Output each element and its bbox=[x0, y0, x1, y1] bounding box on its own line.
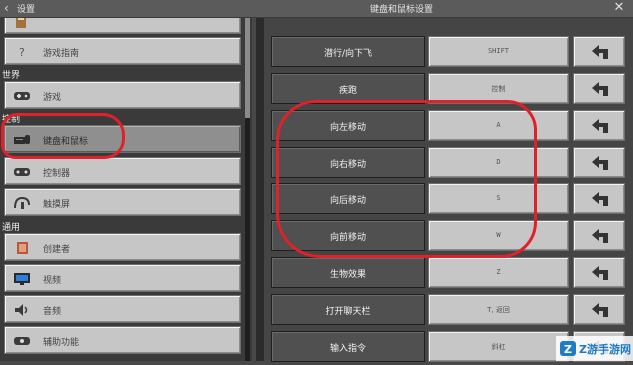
key-binding-button[interactable]: T, 返回 bbox=[428, 294, 569, 325]
touch-icon bbox=[14, 196, 30, 209]
watermark-text: Z游手游网 bbox=[579, 343, 631, 356]
sidebar-scrollbar-thumb[interactable] bbox=[245, 18, 250, 118]
sidebar-item-game[interactable]: 游戏 bbox=[4, 81, 241, 109]
section-header-general: 通用 bbox=[2, 223, 21, 233]
controller-icon bbox=[14, 168, 30, 176]
binding-row: 向前移动 W bbox=[264, 220, 633, 254]
book-icon bbox=[16, 18, 26, 28]
svg-text:Z: Z bbox=[564, 343, 572, 356]
bindings-scrollbar[interactable] bbox=[256, 18, 264, 361]
undo-arrow-icon bbox=[592, 119, 608, 133]
title-bar: ‹ 设置 键盘和鼠标设置 ✕ bbox=[0, 0, 633, 18]
key-binding-button[interactable]: S bbox=[428, 183, 569, 214]
key-binding-button[interactable]: D bbox=[428, 147, 569, 178]
undo-arrow-icon bbox=[592, 266, 608, 280]
reset-binding-button[interactable] bbox=[573, 294, 625, 325]
settings-sidebar: ? 游戏指南 世界 游戏 控制 键盘和鼠标 控制器 触摸屏 通用 创建者 视频 … bbox=[0, 18, 252, 361]
reset-binding-button[interactable] bbox=[573, 73, 625, 104]
sidebar-item-keyboard-mouse[interactable]: 键盘和鼠标 bbox=[4, 125, 241, 153]
back-button[interactable]: 设置 bbox=[17, 2, 35, 15]
gamepad-icon bbox=[14, 92, 30, 100]
key-binding-button[interactable]: A bbox=[428, 110, 569, 141]
action-label-box: 向前移动 bbox=[271, 220, 425, 251]
binding-row: 向左移动 A bbox=[264, 110, 633, 144]
binding-row: 向右移动 D bbox=[264, 147, 633, 181]
sidebar-item-controller[interactable]: 控制器 bbox=[4, 157, 241, 185]
watermark: Z Z游手游网 bbox=[556, 336, 633, 361]
action-label-box: 生物效果 bbox=[271, 257, 425, 288]
sidebar-item-video[interactable]: 视频 bbox=[4, 264, 241, 292]
undo-arrow-icon bbox=[592, 45, 608, 59]
action-label-box: 疾跑 bbox=[271, 73, 425, 104]
creator-icon bbox=[17, 242, 28, 254]
watermark-logo-icon: Z bbox=[560, 341, 576, 356]
section-header-world: 世界 bbox=[2, 71, 21, 81]
monitor-icon bbox=[14, 273, 30, 285]
bindings-panel: 潜行/向下飞 SHIFT 疾跑 控制 向左移动 A 向右移动 D 向后移动 S bbox=[256, 18, 633, 362]
key-binding-button[interactable]: W bbox=[428, 220, 569, 251]
reset-binding-button[interactable] bbox=[573, 257, 625, 288]
sidebar-item-touch[interactable]: 触摸屏 bbox=[4, 188, 241, 216]
key-binding-button[interactable]: SHIFT bbox=[428, 36, 569, 67]
question-icon: ? bbox=[19, 46, 25, 59]
keyboard-mouse-icon bbox=[14, 135, 30, 144]
reset-binding-button[interactable] bbox=[573, 36, 625, 67]
page-title: 键盘和鼠标设置 bbox=[370, 5, 434, 15]
undo-arrow-icon bbox=[592, 192, 608, 206]
undo-arrow-icon bbox=[592, 156, 608, 170]
svg-text:?: ? bbox=[19, 46, 25, 59]
binding-row: 潜行/向下飞 SHIFT bbox=[264, 36, 633, 70]
reset-binding-button[interactable] bbox=[573, 183, 625, 214]
sidebar-item-creator[interactable]: 创建者 bbox=[4, 233, 241, 261]
binding-row: 打开聊天栏 T, 返回 bbox=[264, 294, 633, 328]
action-label-box: 向右移动 bbox=[271, 147, 425, 178]
reset-binding-button[interactable] bbox=[573, 147, 625, 178]
action-label-box: 潜行/向下飞 bbox=[271, 36, 425, 67]
sidebar-item-audio[interactable]: 音频 bbox=[4, 295, 241, 323]
reset-binding-button[interactable] bbox=[573, 220, 625, 251]
sidebar-item-guide[interactable]: ? 游戏指南 bbox=[4, 37, 241, 65]
sidebar-item-partial[interactable] bbox=[4, 18, 241, 34]
section-header-controls: 控制 bbox=[2, 115, 21, 125]
action-label-box: 向左移动 bbox=[271, 110, 425, 141]
key-binding-button[interactable]: 斜杠 bbox=[428, 331, 569, 362]
undo-arrow-icon bbox=[592, 303, 608, 317]
binding-row: 向后移动 S bbox=[264, 183, 633, 217]
sidebar-item-accessibility[interactable]: 辅助功能 bbox=[4, 326, 241, 354]
action-label-box: 打开聊天栏 bbox=[271, 294, 425, 325]
undo-arrow-icon bbox=[592, 229, 608, 243]
reset-binding-button[interactable] bbox=[573, 110, 625, 141]
speaker-icon bbox=[15, 304, 28, 316]
chevron-left-icon[interactable]: ‹ bbox=[4, 1, 16, 15]
accessibility-icon bbox=[14, 337, 30, 345]
undo-arrow-icon bbox=[592, 82, 608, 96]
key-binding-button[interactable]: 控制 bbox=[428, 73, 569, 104]
binding-row: 疾跑 控制 bbox=[264, 73, 633, 107]
action-label-box: 输入指令 bbox=[271, 331, 425, 362]
key-binding-button[interactable]: Z bbox=[428, 257, 569, 288]
action-label-box: 向后移动 bbox=[271, 183, 425, 214]
binding-row: 生物效果 Z bbox=[264, 257, 633, 291]
close-icon[interactable]: ✕ bbox=[612, 0, 626, 16]
